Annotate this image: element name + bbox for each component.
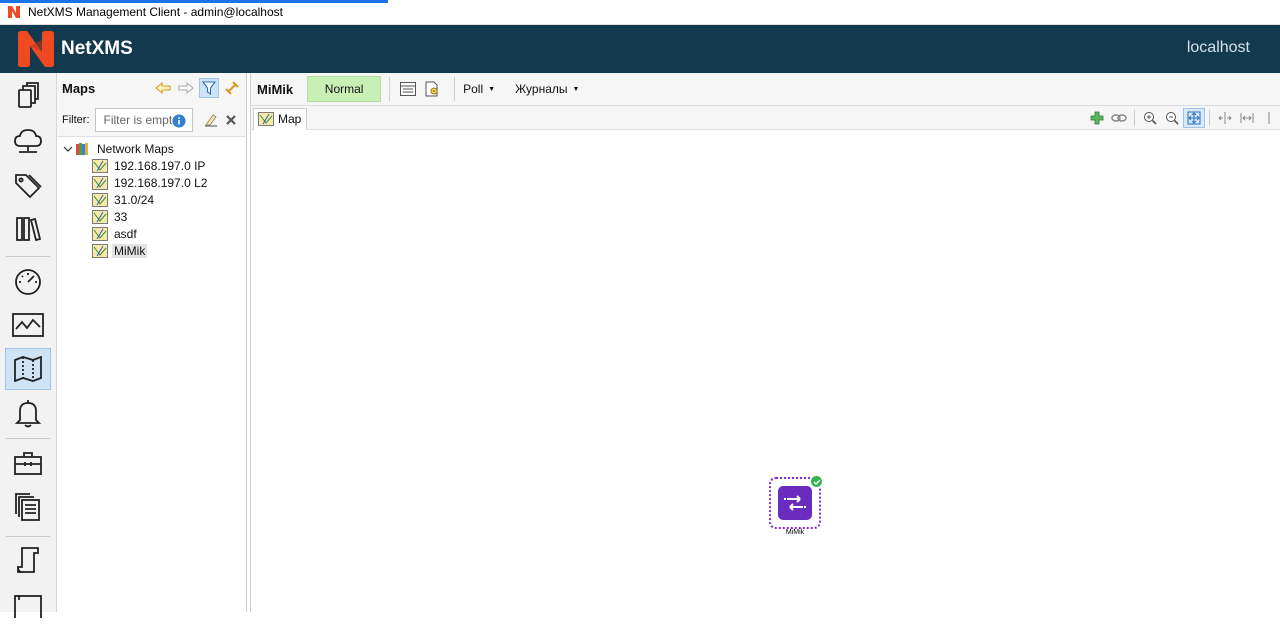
zoom-out-icon[interactable]: [1161, 108, 1183, 128]
tab-map[interactable]: Map: [253, 107, 308, 130]
filter-bar: Filter: Filter is empt: [57, 103, 246, 137]
tools-icon[interactable]: [5, 442, 51, 484]
tree-item-label: asdf: [114, 226, 137, 241]
app-header: NetXMS localhost: [0, 25, 1280, 73]
object-toolbar: MiMik Normal Poll ▼ Журналы ▼: [251, 73, 1280, 106]
object-name: MiMik: [257, 81, 294, 97]
objects-icon[interactable]: [5, 75, 51, 117]
status-normal-check-icon: [810, 475, 823, 488]
performance-icon[interactable]: [5, 304, 51, 346]
tree-item-selected[interactable]: MiMik: [57, 242, 246, 259]
network-icon[interactable]: [5, 120, 51, 162]
toolbar-separator: [454, 77, 456, 101]
tree-root-network-maps[interactable]: Network Maps: [57, 140, 246, 157]
logs-menu-label: Журналы: [515, 82, 568, 96]
tags-icon[interactable]: [5, 164, 51, 206]
maps-navigator: Maps Filter: Filter is empt Network Maps…: [57, 73, 247, 612]
map-node-label: MiMik: [785, 529, 805, 536]
map-editor: MiMik Normal Poll ▼ Журналы ▼ Map MiMik: [250, 73, 1280, 612]
rail-separator: [6, 536, 50, 537]
tree-item[interactable]: 31.0/24: [57, 191, 246, 208]
close-filter-icon[interactable]: [221, 110, 241, 130]
filter-toggle-icon[interactable]: [199, 78, 219, 98]
status-badge: Normal: [307, 76, 382, 102]
forward-arrow-icon[interactable]: [176, 78, 196, 98]
perspective-rail: [0, 73, 57, 618]
tree-item-label: 192.168.197.0 L2: [114, 175, 208, 190]
info-icon: [172, 114, 185, 127]
rail-separator: [6, 256, 50, 257]
map-icon: [92, 175, 108, 190]
link-objects-icon[interactable]: [1108, 108, 1130, 128]
maps-icon[interactable]: [5, 348, 51, 390]
back-arrow-icon[interactable]: [153, 78, 173, 98]
more-tools-icon[interactable]: [1258, 108, 1280, 128]
navigator-header: Maps: [57, 73, 246, 103]
map-icon: [92, 192, 108, 207]
filter-placeholder: Filter is empt: [103, 112, 173, 127]
templates-icon[interactable]: [5, 486, 51, 528]
tree-item[interactable]: 192.168.197.0 L2: [57, 174, 246, 191]
tree-item-label: MiMik: [112, 243, 148, 258]
tool-separator: [1134, 110, 1135, 126]
caret-down-icon: ▼: [488, 85, 496, 93]
alarms-icon[interactable]: [5, 392, 51, 434]
brand-name: NetXMS: [61, 38, 133, 59]
map-icon: [92, 226, 108, 241]
export-document-icon[interactable]: [422, 79, 442, 99]
window-titlebar: NetXMS Management Client - admin@localho…: [0, 0, 1280, 25]
editor-tabbar: Map: [251, 106, 1280, 130]
add-object-icon[interactable]: [1086, 108, 1108, 128]
map-icon: [92, 243, 108, 258]
filter-input[interactable]: Filter is empt: [94, 107, 193, 132]
logs-menu[interactable]: Журналы ▼: [515, 82, 579, 96]
tool-separator: [1209, 110, 1210, 126]
map-icon: [258, 112, 274, 126]
network-maps-root-icon: [76, 142, 88, 155]
clear-filter-icon[interactable]: [201, 110, 221, 130]
more-icon[interactable]: [5, 583, 51, 625]
navigator-title: Maps: [62, 80, 96, 96]
fit-to-screen-icon[interactable]: [1183, 108, 1205, 128]
rail-separator: [6, 438, 50, 439]
maps-tree: Network Maps 192.168.197.0 IP 192.168.19…: [57, 137, 246, 259]
caret-down-icon: ▼: [572, 85, 580, 93]
tree-item-label: 31.0/24: [114, 192, 155, 207]
server-name: localhost: [1186, 39, 1250, 56]
chevron-down-icon[interactable]: [63, 144, 73, 154]
dashboard-icon[interactable]: [5, 260, 51, 302]
tree-item-label: 192.168.197.0 IP: [114, 158, 206, 173]
tree-root-label: Network Maps: [97, 141, 174, 156]
link-with-editor-icon[interactable]: [222, 78, 242, 98]
map-icon: [92, 209, 108, 224]
tab-map-label: Map: [278, 112, 302, 126]
map-tools: [1086, 108, 1280, 128]
tree-item[interactable]: 192.168.197.0 IP: [57, 157, 246, 174]
details-icon[interactable]: [398, 79, 418, 99]
poll-menu[interactable]: Poll ▼: [463, 82, 495, 96]
window-title: NetXMS Management Client - admin@localho…: [28, 5, 283, 19]
tree-item[interactable]: asdf: [57, 225, 246, 242]
network-device-icon: [778, 486, 812, 520]
scripts-icon[interactable]: [5, 539, 51, 581]
netxms-brand-logo-icon: [18, 31, 54, 67]
tree-item[interactable]: 33: [57, 208, 246, 225]
poll-menu-label: Poll: [463, 82, 484, 96]
distribute-horizontal-icon[interactable]: [1236, 108, 1258, 128]
map-node[interactable]: [769, 475, 823, 529]
toolbar-separator: [389, 77, 391, 101]
netxms-logo-icon: [8, 6, 20, 18]
filter-label: Filter:: [62, 113, 90, 126]
library-icon[interactable]: [5, 208, 51, 250]
titlebar-accent: [0, 0, 388, 3]
tree-item-label: 33: [114, 209, 128, 224]
map-canvas[interactable]: MiMik: [251, 130, 1280, 612]
map-icon: [92, 158, 108, 173]
zoom-in-icon[interactable]: [1139, 108, 1161, 128]
align-horizontal-icon[interactable]: [1214, 108, 1236, 128]
